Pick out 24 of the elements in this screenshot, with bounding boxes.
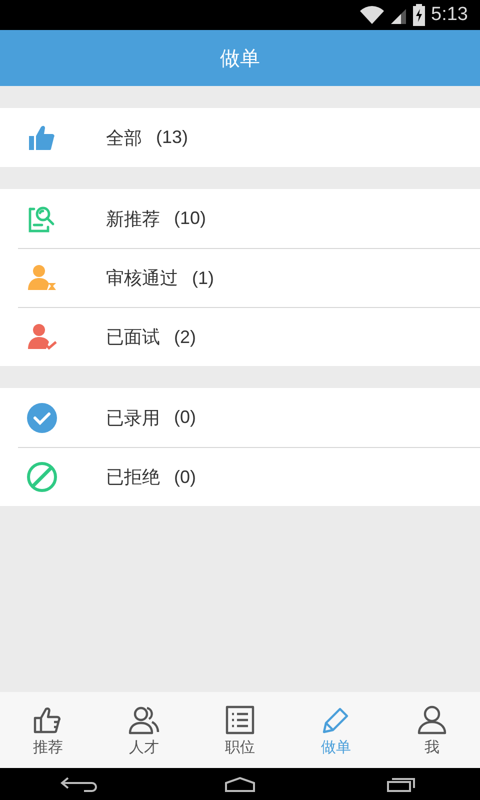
tab-button[interactable]: 人才 [96, 692, 192, 768]
item-count: (2) [174, 326, 196, 348]
person-icon [416, 704, 448, 736]
prohibited-icon [26, 461, 58, 493]
item-label[interactable]: 审核通过 [106, 266, 178, 290]
list-icon [224, 704, 256, 736]
item-count: (0) [174, 466, 196, 488]
item-label[interactable]: 全部 [106, 126, 142, 150]
item-count: (0) [174, 407, 196, 428]
tab-button[interactable]: 职位 [192, 692, 288, 768]
item-count: (1) [192, 268, 214, 288]
tab-button[interactable]: 推荐 [0, 692, 96, 768]
status-time: 5:13 [431, 4, 468, 26]
check-circle-icon [26, 402, 58, 434]
item-label[interactable]: 已面试 [106, 325, 160, 349]
item-label[interactable]: 已录用 [106, 406, 160, 430]
item-count: (10) [174, 208, 206, 229]
item-label[interactable]: 新推荐 [106, 206, 160, 230]
battery-charging-icon [413, 4, 426, 26]
item-label[interactable]: 已拒绝 [106, 465, 160, 489]
tab-button[interactable]: 我 [384, 692, 480, 768]
page-title: 做单 [0, 30, 480, 86]
wifi-icon [359, 5, 386, 25]
item-count: (13) [156, 127, 188, 148]
